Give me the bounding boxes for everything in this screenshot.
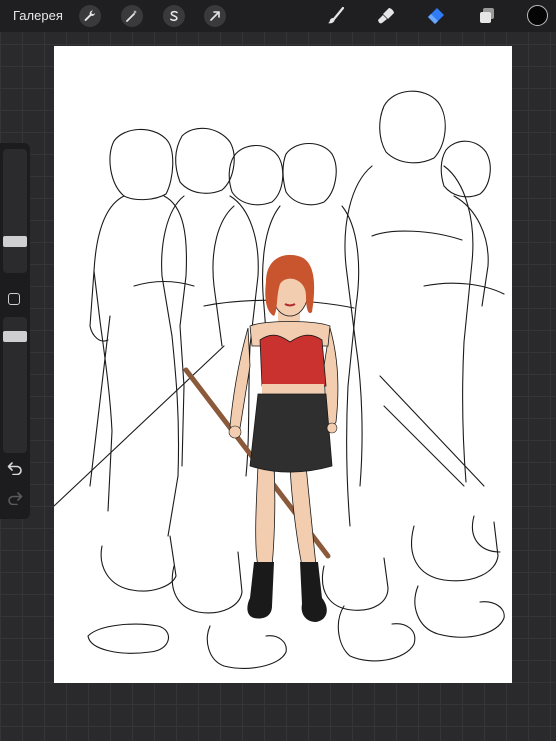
magic-wand-icon[interactable] [121,5,143,27]
redo-icon[interactable] [7,491,23,510]
modify-button[interactable] [8,293,20,305]
selection-s-icon[interactable] [163,5,185,27]
undo-icon[interactable] [7,461,23,480]
drawing-canvas[interactable] [54,46,512,683]
opacity-thumb[interactable] [3,331,27,342]
colored-figure [183,254,339,622]
brush-size-slider[interactable] [3,149,27,273]
brush-icon[interactable] [324,5,348,27]
transform-arrow-icon[interactable] [204,5,226,27]
wrench-icon[interactable] [79,5,101,27]
left-sidebar [0,143,30,519]
brush-size-thumb[interactable] [3,236,27,247]
color-swatch[interactable] [527,5,548,26]
eraser-icon[interactable] [423,5,447,27]
smudge-icon[interactable] [374,5,398,27]
artwork [54,90,505,669]
layers-icon[interactable] [475,5,499,27]
top-toolbar: Галерея [0,0,556,32]
gallery-button[interactable]: Галерея [13,8,63,23]
